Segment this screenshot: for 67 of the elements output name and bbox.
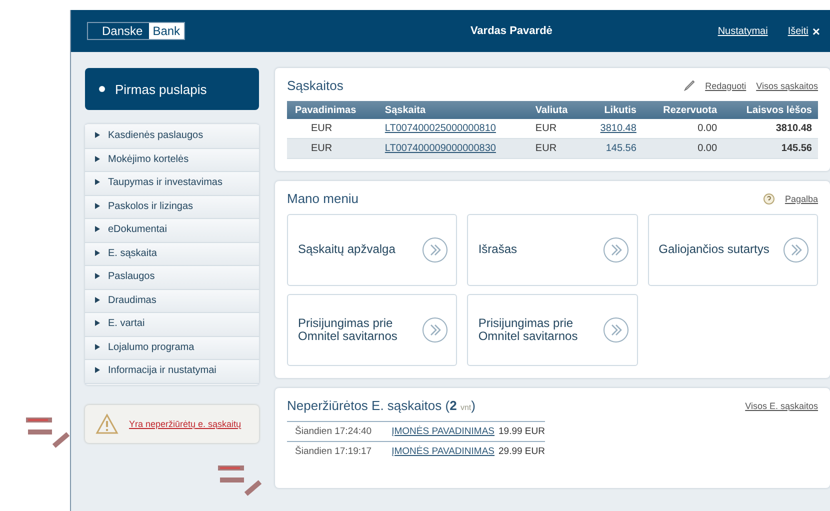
double-chevron-icon [422, 317, 448, 343]
menu-item[interactable]: Paslaugos [85, 266, 259, 290]
double-chevron-icon [422, 237, 448, 263]
table-cell: EUR [529, 138, 584, 158]
column-header: Pavadinimas [287, 101, 379, 119]
settings-link[interactable]: Nustatymai [718, 26, 768, 36]
table-cell: 0.00 [642, 138, 724, 158]
triangle-icon [95, 296, 100, 302]
menu-item[interactable]: E. sąskaita [85, 242, 259, 266]
menu-item[interactable]: E. vartai [85, 313, 259, 336]
table-cell: EUR [287, 138, 379, 158]
logo[interactable]: Danske Bank [87, 22, 186, 40]
all-accounts-link[interactable]: Visos sąskaitos [756, 80, 818, 90]
pencil-icon[interactable] [684, 80, 696, 91]
column-header: Valiuta [529, 101, 584, 119]
triangle-icon [95, 202, 100, 208]
menu-tile[interactable]: Sąskaitų apžvalga [287, 214, 458, 286]
triangle-icon [95, 179, 100, 185]
triangle-icon [95, 156, 100, 162]
menu-item[interactable]: Paskolos ir lizingas [85, 196, 259, 219]
company-link[interactable]: ĮMONĖS PAVADINIMAS [392, 446, 495, 457]
user-name: Vardas Pavardė [469, 25, 554, 37]
triangle-icon [95, 367, 100, 373]
invoice-amount: 19.99 EUR [498, 426, 545, 437]
help-link[interactable]: Pagalba [784, 194, 818, 204]
column-header: Likutis [584, 101, 642, 119]
table-cell: 145.56 [723, 138, 818, 158]
menu-item[interactable]: Lojalumo programa [85, 336, 259, 360]
double-chevron-icon [782, 237, 809, 263]
menu-item[interactable]: Taupymas ir investavimas [85, 172, 259, 196]
card-title: Sąskaitos [287, 78, 344, 93]
triangle-icon [95, 226, 100, 232]
all-einvoices-link[interactable]: Visos E. sąskaitos [745, 400, 818, 410]
company-link[interactable]: ĮMONĖS PAVADINIMAS [392, 426, 495, 437]
menu-tile[interactable]: Galiojančios sutartys [648, 214, 818, 286]
logout-link[interactable]: Išeiti [788, 26, 808, 36]
edit-link[interactable]: Redaguoti [705, 80, 746, 90]
menu-tile[interactable]: Prisijungimas prie Omnitel savitarnos [287, 294, 458, 366]
triangle-icon [95, 132, 100, 138]
close-icon[interactable]: × [812, 24, 820, 38]
column-header: Rezervuota [642, 101, 724, 119]
menu-item[interactable]: Mokėjimo kortelės [85, 148, 259, 172]
double-chevron-icon [602, 317, 629, 343]
menu-tile[interactable]: Prisijungimas prie Omnitel savitarnos [467, 294, 638, 366]
warning-icon [95, 412, 119, 434]
home-button[interactable]: Pirmas puslapis [85, 68, 259, 110]
help-icon[interactable] [762, 192, 775, 204]
account-link[interactable]: 145.56 [584, 138, 642, 158]
menu-item[interactable]: Kasdienės paslaugos [85, 125, 259, 148]
card-title: Mano meniu [287, 191, 359, 206]
column-header: Laisvos lėšos [723, 101, 818, 119]
card-title: Neperžiūrėtos E. sąskaitos (2 vnt) [287, 398, 476, 413]
double-chevron-icon [602, 237, 629, 263]
triangle-icon [95, 320, 100, 326]
menu-item[interactable]: Draudimas [85, 290, 259, 313]
account-link[interactable]: LT007400009000000830 [378, 138, 530, 158]
invoice-amount: 29.99 EUR [498, 446, 545, 457]
menu-item[interactable]: Informacija ir nustatymai [85, 360, 259, 384]
menu-item[interactable]: eDokumentai [85, 219, 259, 242]
warning-link[interactable]: Yra neperžiūrėtų e. sąskaitų [129, 418, 242, 428]
triangle-icon [95, 250, 100, 256]
column-header: Sąskaita [378, 101, 530, 119]
invoice-date: Šiandien 17:24:40 [295, 426, 373, 437]
triangle-icon [95, 273, 100, 279]
menu-tile[interactable]: Išrašas [467, 214, 638, 286]
invoice-date: Šiandien 17:19:17 [295, 446, 373, 457]
triangle-icon [95, 344, 100, 350]
